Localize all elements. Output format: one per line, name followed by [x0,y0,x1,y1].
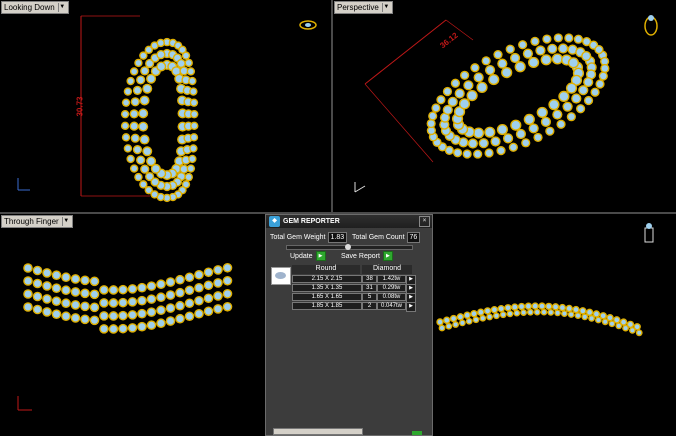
pendant-side-view [17,262,233,411]
save-report-control[interactable]: Save Report ▶ [341,251,393,261]
size-cell: 1.65 X 1.65 [292,293,362,301]
close-icon[interactable]: × [419,216,430,227]
size-cell: 2.15 X 2.15 [292,275,362,283]
table-row: 2.15 X 2.15 38 1.42tw ▶ [292,275,416,285]
size-cell: 1.85 X 1.85 [292,302,362,310]
pendant-perspective-view [354,15,658,193]
count-cell: 38 [362,275,377,283]
weight-cell: 1.42tw [377,275,406,283]
viewport-label-text: Through Finger [4,217,59,226]
viewport-label-text: Perspective [337,3,379,12]
viewport-perspective[interactable]: Perspective ▼ 36.12 [333,0,676,212]
size-cell: 1.35 X 1.35 [292,284,362,292]
size-slider-handle[interactable] [345,244,351,250]
viewport-label-text: Looking Down [4,3,55,12]
save-report-label: Save Report [341,252,380,260]
viewport-looking-down[interactable]: Looking Down ▼ 30.73 [0,0,331,212]
gem-reporter-panel: ◆ GEM REPORTER × Total Gem Weight 1.83 T… [265,214,433,436]
total-count-value: 76 [406,232,421,243]
viewport-side-profile[interactable] [432,214,676,434]
chevron-down-icon[interactable]: ▼ [381,3,390,12]
app-logo-icon: ◆ [269,216,280,227]
dimension-label: 30.73 [75,96,85,117]
chevron-down-icon[interactable]: ▼ [61,217,70,226]
total-weight-label: Total Gem Weight [270,234,326,241]
table-row: 1.85 X 1.85 2 0.047tw ▶ [292,302,416,312]
chevron-down-icon[interactable]: ▼ [57,3,66,12]
count-cell: 2 [362,302,377,310]
count-cell: 31 [362,284,377,292]
shape-header: Round [292,265,360,274]
material-header: Diamond [362,265,412,274]
update-button[interactable]: ▶ [315,251,326,261]
row-select-button[interactable]: ▶ [406,302,416,312]
weight-cell: 0.29tw [377,284,406,292]
gem-reporter-titlebar[interactable]: ◆ GEM REPORTER × [266,215,432,228]
weight-cell: 0.08tw [377,293,406,301]
total-count-row: Total Gem Count 76 [352,232,421,243]
total-weight-row: Total Gem Weight 1.83 [270,232,348,243]
viewport-label-looking-down[interactable]: Looking Down ▼ [1,1,69,14]
weight-cell: 0.047tw [377,302,406,310]
table-row: 1.35 X 1.35 31 0.29tw ▶ [292,284,416,294]
pendant-profile-view [436,223,654,337]
pendant-top-view [17,15,317,203]
viewport-label-through-finger[interactable]: Through Finger ▼ [1,215,73,228]
update-label: Update [290,252,313,260]
count-cell: 5 [362,293,377,301]
save-report-button[interactable]: ▶ [382,251,393,261]
total-weight-value: 1.83 [327,232,348,243]
viewport-through-finger[interactable]: Through Finger ▼ [0,214,265,434]
total-count-label: Total Gem Count [352,234,405,241]
gem-reporter-title: GEM REPORTER [283,218,340,225]
gem-shape-thumbnail [271,267,291,285]
dropdown-go-button[interactable] [412,431,422,435]
viewport-divider-vertical [331,0,333,212]
table-row: 1.65 X 1.65 5 0.08tw ▶ [292,293,416,303]
viewport-label-perspective[interactable]: Perspective ▼ [334,1,393,14]
update-control[interactable]: Update ▶ [290,251,326,261]
